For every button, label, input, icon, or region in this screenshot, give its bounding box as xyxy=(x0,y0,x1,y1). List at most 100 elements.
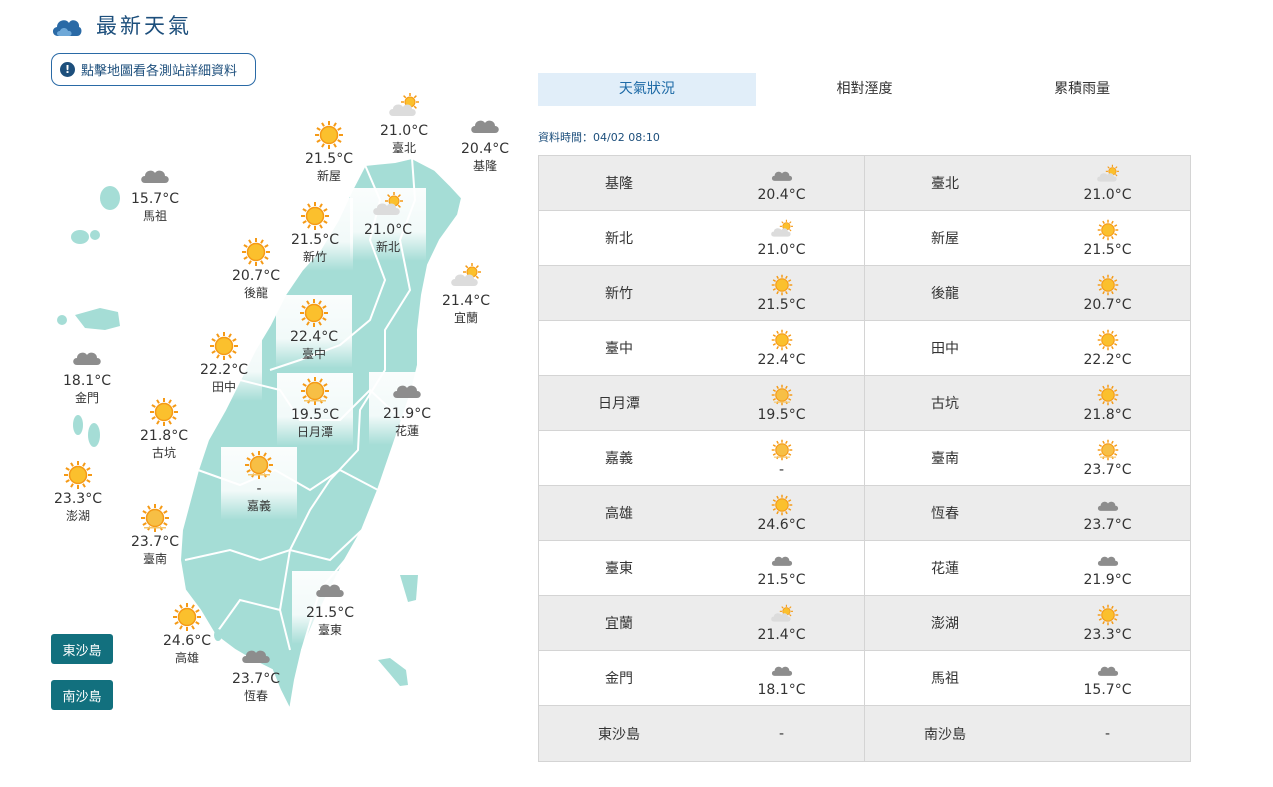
table-cell[interactable]: 嘉義 - xyxy=(539,431,864,485)
station-temp: 18.1°C xyxy=(63,373,111,389)
station-value: 20.4°C xyxy=(699,156,864,210)
sun-icon xyxy=(767,494,797,516)
station-temp: 21.4°C xyxy=(442,293,490,309)
table-cell[interactable]: 後龍 20.7°C xyxy=(864,266,1190,320)
station-temp: 20.4°C xyxy=(461,141,509,157)
station-temp: 24.6°C xyxy=(163,633,211,649)
cloud-icon xyxy=(767,164,797,186)
tab-rainfall[interactable]: 累積雨量 xyxy=(973,73,1191,106)
table-cell[interactable]: 日月潭 19.5°C xyxy=(539,376,864,430)
table-cell[interactable]: 南沙島 - xyxy=(864,706,1190,761)
station-name: 日月潭 xyxy=(296,425,333,439)
station-name: 田中 xyxy=(931,341,959,357)
station-temp: 18.1°C xyxy=(757,681,806,698)
table-row: 東沙島 - 南沙島 - xyxy=(539,706,1190,761)
nansha-island-button[interactable]: 南沙島 xyxy=(51,680,113,710)
table-cell[interactable]: 新北 21.0°C xyxy=(539,211,864,265)
station-name: 新北 xyxy=(375,240,400,254)
table-cell[interactable]: 宜蘭 21.4°C xyxy=(539,596,864,650)
table-cell[interactable]: 臺北 21.0°C xyxy=(864,156,1190,210)
dongsha-island-button[interactable]: 東沙島 xyxy=(51,634,113,664)
map-station[interactable]: 22.2°C 田中 xyxy=(186,328,262,401)
sun-icon xyxy=(1093,329,1123,351)
map-station[interactable]: 21.0°C 臺北 xyxy=(366,92,442,156)
table-cell[interactable]: 高雄 24.6°C xyxy=(539,486,864,540)
station-value: 23.7°C xyxy=(1025,431,1190,485)
table-row: 高雄 24.6°C 恆春 23.7°C xyxy=(539,486,1190,541)
map-station[interactable]: 24.6°C 高雄 xyxy=(149,602,225,666)
map-station[interactable]: 15.7°C 馬祖 xyxy=(117,160,193,224)
tab-bar: 天氣狀況 相對溼度 累積雨量 xyxy=(538,73,1191,106)
station-name: 澎湖 xyxy=(931,616,959,632)
exclamation-icon: ! xyxy=(60,62,75,77)
sun-icon xyxy=(297,298,331,328)
station-name: 花蓮 xyxy=(394,424,419,438)
map-station[interactable]: 19.5°C 日月潭 xyxy=(277,373,353,446)
table-cell[interactable]: 古坑 21.8°C xyxy=(864,376,1190,430)
station-value: 21.5°C xyxy=(699,541,864,595)
map-station[interactable]: 21.8°C 古坑 xyxy=(126,397,202,461)
map-station[interactable]: 18.1°C 金門 xyxy=(49,342,125,406)
station-name: 金門 xyxy=(74,391,99,405)
table-cell[interactable]: 花蓮 21.9°C xyxy=(864,541,1190,595)
station-temp: 22.2°C xyxy=(1083,351,1132,368)
station-temp: 21.0°C xyxy=(1083,186,1132,203)
station-name: 南沙島 xyxy=(924,726,966,743)
station-temp: - xyxy=(1104,726,1111,742)
cloud-icon xyxy=(767,659,797,681)
map-station[interactable]: 21.5°C 新屋 xyxy=(291,120,367,184)
map-station[interactable]: 23.3°C 澎湖 xyxy=(40,460,116,524)
station-value: 20.7°C xyxy=(1025,266,1190,320)
station-name: 臺南 xyxy=(142,552,167,566)
cloud-icon xyxy=(1093,494,1123,516)
station-temp: 20.7°C xyxy=(232,268,280,284)
station-name: 馬祖 xyxy=(142,209,167,223)
map-station[interactable]: 20.7°C 後龍 xyxy=(218,237,294,301)
sun-icon xyxy=(147,397,181,427)
map-station[interactable]: 20.4°C 基隆 xyxy=(447,110,523,174)
cloud-icon xyxy=(138,160,172,190)
table-cell[interactable]: 田中 22.2°C xyxy=(864,321,1190,375)
station-name: 恆春 xyxy=(931,506,959,522)
cloud-icon xyxy=(1093,659,1123,681)
taiwan-map[interactable]: 21.0°C 臺北 20.4°C 基隆 21.5°C 新屋 21.0°C 新北 … xyxy=(40,90,530,730)
map-station[interactable]: 21.4°C 宜蘭 xyxy=(428,262,504,326)
map-station[interactable]: 21.0°C 新北 xyxy=(350,188,426,261)
map-hint-button[interactable]: ! 點擊地圖看各測站詳細資料 xyxy=(51,53,256,86)
station-temp: 21.8°C xyxy=(140,428,188,444)
table-cell[interactable]: 新屋 21.5°C xyxy=(864,211,1190,265)
page-header: 最新天氣 xyxy=(50,10,192,40)
tab-humidity[interactable]: 相對溼度 xyxy=(756,73,974,106)
map-station[interactable]: 21.9°C 花蓮 xyxy=(369,372,445,445)
station-temp: 21.8°C xyxy=(1083,406,1132,423)
map-station[interactable]: - 嘉義 xyxy=(221,447,297,520)
table-cell[interactable]: 恆春 23.7°C xyxy=(864,486,1190,540)
sun-hazy-icon xyxy=(767,384,797,406)
station-temp: 22.4°C xyxy=(290,329,338,345)
sun-hazy-icon xyxy=(767,439,797,461)
table-row: 宜蘭 21.4°C 澎湖 23.3°C xyxy=(539,596,1190,651)
station-name: 臺中 xyxy=(605,341,633,357)
table-cell[interactable]: 基隆 20.4°C xyxy=(539,156,864,210)
tab-weather[interactable]: 天氣狀況 xyxy=(538,73,756,106)
table-cell[interactable]: 馬祖 15.7°C xyxy=(864,651,1190,705)
station-temp: 22.2°C xyxy=(200,362,248,378)
station-value: 15.7°C xyxy=(1025,651,1190,705)
table-cell[interactable]: 澎湖 23.3°C xyxy=(864,596,1190,650)
map-station[interactable]: 23.7°C 恆春 xyxy=(218,640,294,704)
table-cell[interactable]: 臺東 21.5°C xyxy=(539,541,864,595)
map-station[interactable]: 22.4°C 臺中 xyxy=(276,295,352,368)
table-cell[interactable]: 東沙島 - xyxy=(539,706,864,761)
weather-table: 基隆 20.4°C 臺北 21.0°C 新北 21.0°C 新屋 21.5°C 新竹 21.5°C… xyxy=(538,155,1191,762)
station-value: 21.5°C xyxy=(699,266,864,320)
map-station[interactable]: 21.5°C 臺東 xyxy=(292,571,368,644)
sun-cloud-icon xyxy=(371,191,405,221)
table-cell[interactable]: 新竹 21.5°C xyxy=(539,266,864,320)
station-value: 22.2°C xyxy=(1025,321,1190,375)
map-station[interactable]: 23.7°C 臺南 xyxy=(117,503,193,567)
sun-icon xyxy=(170,602,204,632)
cloud-icon xyxy=(70,342,104,372)
table-cell[interactable]: 金門 18.1°C xyxy=(539,651,864,705)
table-cell[interactable]: 臺中 22.4°C xyxy=(539,321,864,375)
table-cell[interactable]: 臺南 23.7°C xyxy=(864,431,1190,485)
